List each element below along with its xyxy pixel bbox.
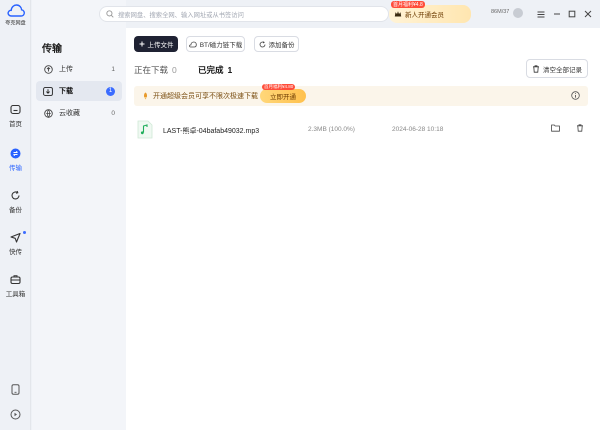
open-folder-icon[interactable] — [551, 124, 560, 134]
search-placeholder: 搜索网盘、搜索全网、输入网址或从书签访问 — [118, 11, 244, 19]
vip-label: 新人开通会员 — [405, 12, 444, 19]
upload-file-button[interactable]: 上传文件 — [134, 36, 178, 52]
vip-promo-tag: 首月福利¥4.8 — [391, 1, 425, 8]
rail-item-home[interactable]: 首页 — [0, 104, 31, 128]
upload-file-label: 上传文件 — [147, 42, 174, 49]
minimize-button[interactable] — [551, 8, 563, 20]
tab-completed-label: 已完成 — [198, 65, 224, 75]
clear-all-label: 清空全部记录 — [543, 66, 582, 74]
maximize-icon — [568, 10, 576, 18]
title-bar: 搜索网盘、搜索全网、输入网址或从书签访问 首月福利¥4.8 新人开通会员 86M… — [99, 0, 600, 28]
crown-icon — [394, 11, 402, 17]
play-button[interactable] — [0, 409, 31, 422]
panel-title: 传输 — [42, 44, 62, 55]
send-icon — [10, 232, 21, 243]
nav-label-upload: 上传 — [59, 66, 73, 73]
cloud-logo-icon — [6, 4, 25, 17]
delete-icon[interactable] — [576, 124, 584, 134]
backup-icon — [11, 190, 20, 200]
tab-downloading[interactable]: 正在下载 0 — [134, 64, 177, 76]
transfer-panel: 传输 上传 1 下载 1 云收藏 0 — [32, 0, 126, 430]
rail-label-home: 首页 — [9, 121, 22, 128]
notification-dot — [23, 231, 26, 234]
table-row[interactable]: LAST-熊卓-04bafab49032.mp3 2.3MB (100.0%) … — [134, 117, 588, 143]
cloud-collect-count: 0 — [111, 109, 115, 117]
menu-icon — [537, 11, 545, 17]
maximize-button[interactable] — [566, 8, 578, 20]
tab-downloading-label: 正在下载 — [134, 65, 169, 75]
bt-download-label: BT/磁力链下载 — [199, 42, 243, 49]
rail-item-transfer[interactable]: 传输 — [0, 148, 31, 172]
left-rail: 夸克网盘 首页 传输 备份 快传 工具箱 — [0, 0, 31, 430]
minimize-icon — [554, 13, 560, 15]
close-button[interactable] — [582, 8, 594, 20]
nav-label-cloud-collect: 云收藏 — [59, 110, 80, 117]
phone-icon — [11, 384, 20, 395]
cloud-collect-icon — [43, 108, 53, 118]
info-icon[interactable] — [571, 91, 580, 102]
storage-usage: 86M/37 — [491, 9, 510, 15]
avatar[interactable] — [513, 8, 523, 18]
tab-completed[interactable]: 已完成 1 — [198, 64, 232, 76]
play-circle-icon — [10, 409, 21, 420]
toolbox-icon — [10, 275, 21, 285]
home-icon — [10, 104, 21, 115]
magnet-icon — [188, 41, 197, 48]
banner-text: 开通超级会员可享不限次极速下载 — [153, 93, 258, 100]
close-icon — [584, 10, 592, 18]
transfer-icon — [10, 148, 21, 159]
rail-item-quick-transfer[interactable]: 快传 — [0, 231, 31, 256]
app-logo: 夸克网盘 — [0, 4, 31, 27]
rail-label-backup: 备份 — [9, 207, 22, 214]
tab-completed-count: 1 — [227, 65, 233, 75]
rail-label-quick-transfer: 快传 — [9, 249, 22, 256]
rail-label-toolbox: 工具箱 — [5, 291, 26, 298]
menu-button[interactable] — [535, 8, 547, 20]
bt-download-button[interactable]: BT/磁力链下载 — [186, 36, 245, 52]
nav-label-download: 下载 — [59, 88, 73, 95]
sync-icon — [259, 40, 266, 48]
main-area: 搜索网盘、搜索全网、输入网址或从书签访问 首月福利¥4.8 新人开通会员 86M… — [99, 0, 600, 430]
trash-icon — [533, 64, 539, 73]
tab-downloading-count: 0 — [172, 65, 177, 75]
rail-item-backup[interactable]: 备份 — [0, 190, 31, 214]
phone-button[interactable] — [0, 384, 31, 397]
audio-file-icon — [137, 120, 153, 141]
rocket-icon — [143, 92, 148, 100]
file-name: LAST-熊卓-04bafab49032.mp3 — [163, 128, 260, 135]
upload-count: 1 — [111, 65, 115, 73]
vip-promo-banner: 开通超级会员可享不限次极速下载 首月福利¥4.80 立即开通 — [134, 84, 588, 106]
upload-icon — [43, 64, 53, 74]
nav-item-upload[interactable]: 上传 1 — [36, 59, 122, 79]
clear-all-records-button[interactable]: 清空全部记录 — [526, 59, 588, 78]
add-backup-label: 添加备份 — [268, 42, 295, 49]
download-count-badge: 1 — [106, 86, 115, 96]
cta-promo-tag: 首月福利¥4.80 — [262, 84, 296, 90]
search-input[interactable]: 搜索网盘、搜索全网、输入网址或从书签访问 — [99, 6, 389, 22]
download-icon — [43, 86, 53, 96]
nav-item-cloud-collect[interactable]: 云收藏 0 — [36, 103, 122, 123]
file-size: 2.3MB (100.0%) — [308, 126, 355, 133]
app-name: 夸克网盘 — [5, 21, 26, 27]
file-time: 2024-06-28 10:18 — [392, 126, 444, 133]
search-icon — [106, 10, 114, 18]
vip-button[interactable]: 首月福利¥4.8 新人开通会员 — [389, 1, 471, 23]
add-backup-button[interactable]: 添加备份 — [254, 36, 299, 52]
rail-label-transfer: 传输 — [9, 165, 22, 172]
nav-item-download[interactable]: 下载 1 — [36, 81, 122, 101]
activate-now-button[interactable]: 首月福利¥4.80 立即开通 — [260, 84, 306, 103]
rail-item-toolbox[interactable]: 工具箱 — [0, 274, 31, 298]
plus-icon — [139, 41, 145, 47]
activate-now-label: 立即开通 — [270, 94, 296, 101]
